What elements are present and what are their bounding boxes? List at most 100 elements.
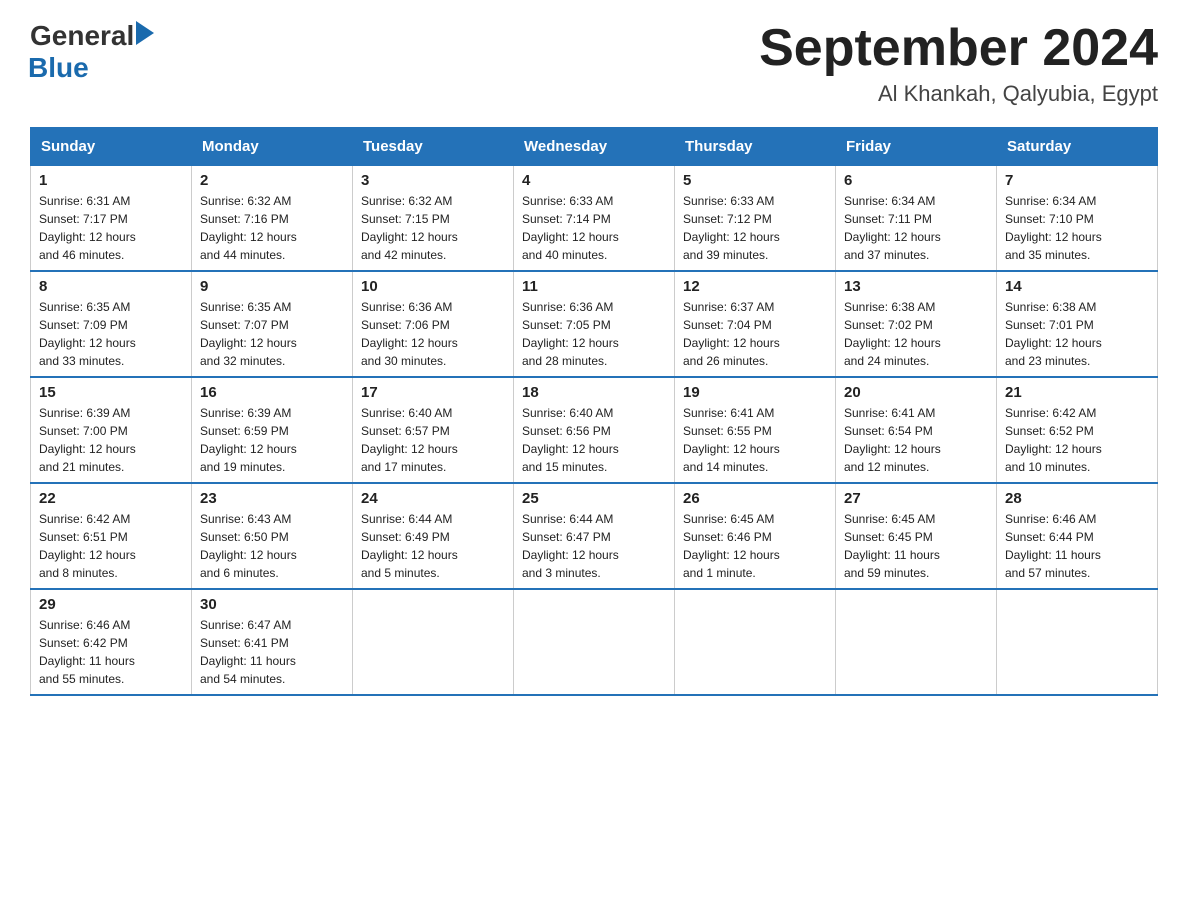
day-info: Sunrise: 6:36 AM Sunset: 7:05 PM Dayligh…	[522, 298, 666, 370]
calendar-cell: 11Sunrise: 6:36 AM Sunset: 7:05 PM Dayli…	[514, 271, 675, 377]
day-info: Sunrise: 6:44 AM Sunset: 6:47 PM Dayligh…	[522, 510, 666, 582]
calendar-table: SundayMondayTuesdayWednesdayThursdayFrid…	[30, 127, 1158, 696]
calendar-cell: 15 Sunrise: 6:39 AM Sunset: 7:00 PM Dayli…	[31, 377, 192, 483]
day-number: 6	[844, 172, 988, 189]
title-group: September 2024 Al Khankah, Qalyubia, Egy…	[759, 20, 1158, 107]
column-header-saturday: Saturday	[997, 128, 1158, 166]
day-number: 5	[683, 172, 827, 189]
column-header-monday: Monday	[192, 128, 353, 166]
calendar-cell: 19 Sunrise: 6:41 AM Sunset: 6:55 PM Dayli…	[675, 377, 836, 483]
day-info: Sunrise: 6:44 AM Sunset: 6:49 PM Dayligh…	[361, 510, 505, 582]
day-info: Sunrise: 6:33 AM Sunset: 7:12 PM Dayligh…	[683, 192, 827, 264]
calendar-week-row: 1 Sunrise: 6:31 AM Sunset: 7:17 PM Daylig…	[31, 166, 1158, 272]
day-number: 23	[200, 490, 344, 507]
column-header-thursday: Thursday	[675, 128, 836, 166]
calendar-cell	[353, 589, 514, 695]
day-info: Sunrise: 6:32 AM Sunset: 7:16 PM Dayligh…	[200, 192, 344, 264]
calendar-week-row: 15 Sunrise: 6:39 AM Sunset: 7:00 PM Dayli…	[31, 377, 1158, 483]
calendar-title: September 2024	[759, 20, 1158, 77]
day-info: Sunrise: 6:40 AM Sunset: 6:57 PM Dayligh…	[361, 404, 505, 476]
day-info: Sunrise: 6:32 AM Sunset: 7:15 PM Dayligh…	[361, 192, 505, 264]
calendar-cell	[836, 589, 997, 695]
calendar-week-row: 29 Sunrise: 6:46 AM Sunset: 6:42 PM Dayli…	[31, 589, 1158, 695]
day-info: Sunrise: 6:31 AM Sunset: 7:17 PM Dayligh…	[39, 192, 183, 264]
calendar-cell: 30 Sunrise: 6:47 AM Sunset: 6:41 PM Dayli…	[192, 589, 353, 695]
calendar-cell: 5 Sunrise: 6:33 AM Sunset: 7:12 PM Daylig…	[675, 166, 836, 272]
day-info: Sunrise: 6:38 AM Sunset: 7:01 PM Dayligh…	[1005, 298, 1149, 370]
day-number: 28	[1005, 490, 1149, 507]
day-number: 4	[522, 172, 666, 189]
day-number: 7	[1005, 172, 1149, 189]
logo-blue-text: Blue	[28, 52, 154, 84]
day-info: Sunrise: 6:39 AM Sunset: 7:00 PM Dayligh…	[39, 404, 183, 476]
day-number: 10	[361, 278, 505, 295]
calendar-subtitle: Al Khankah, Qalyubia, Egypt	[759, 81, 1158, 107]
day-info: Sunrise: 6:33 AM Sunset: 7:14 PM Dayligh…	[522, 192, 666, 264]
calendar-cell: 12Sunrise: 6:37 AM Sunset: 7:04 PM Dayli…	[675, 271, 836, 377]
page-header: General Blue September 2024 Al Khankah, …	[30, 20, 1158, 107]
day-number: 17	[361, 384, 505, 401]
day-number: 13	[844, 278, 988, 295]
day-number: 27	[844, 490, 988, 507]
calendar-cell: 22 Sunrise: 6:42 AM Sunset: 6:51 PM Dayli…	[31, 483, 192, 589]
day-info: Sunrise: 6:42 AM Sunset: 6:51 PM Dayligh…	[39, 510, 183, 582]
day-info: Sunrise: 6:34 AM Sunset: 7:10 PM Dayligh…	[1005, 192, 1149, 264]
day-number: 9	[200, 278, 344, 295]
day-number: 2	[200, 172, 344, 189]
day-info: Sunrise: 6:35 AM Sunset: 7:09 PM Dayligh…	[39, 298, 183, 370]
calendar-cell: 14 Sunrise: 6:38 AM Sunset: 7:01 PM Dayli…	[997, 271, 1158, 377]
calendar-cell: 26Sunrise: 6:45 AM Sunset: 6:46 PM Dayli…	[675, 483, 836, 589]
day-number: 30	[200, 596, 344, 613]
day-number: 3	[361, 172, 505, 189]
day-number: 15	[39, 384, 183, 401]
calendar-cell: 20Sunrise: 6:41 AM Sunset: 6:54 PM Dayli…	[836, 377, 997, 483]
day-info: Sunrise: 6:35 AM Sunset: 7:07 PM Dayligh…	[200, 298, 344, 370]
day-info: Sunrise: 6:38 AM Sunset: 7:02 PM Dayligh…	[844, 298, 988, 370]
calendar-cell: 29 Sunrise: 6:46 AM Sunset: 6:42 PM Dayli…	[31, 589, 192, 695]
logo: General Blue	[30, 20, 154, 84]
day-info: Sunrise: 6:41 AM Sunset: 6:54 PM Dayligh…	[844, 404, 988, 476]
column-header-friday: Friday	[836, 128, 997, 166]
calendar-cell: 23Sunrise: 6:43 AM Sunset: 6:50 PM Dayli…	[192, 483, 353, 589]
calendar-cell: 10Sunrise: 6:36 AM Sunset: 7:06 PM Dayli…	[353, 271, 514, 377]
calendar-cell: 3 Sunrise: 6:32 AM Sunset: 7:15 PM Daylig…	[353, 166, 514, 272]
logo-general-text: General	[30, 20, 134, 52]
day-info: Sunrise: 6:34 AM Sunset: 7:11 PM Dayligh…	[844, 192, 988, 264]
day-info: Sunrise: 6:46 AM Sunset: 6:44 PM Dayligh…	[1005, 510, 1149, 582]
day-number: 8	[39, 278, 183, 295]
calendar-cell: 9 Sunrise: 6:35 AM Sunset: 7:07 PM Daylig…	[192, 271, 353, 377]
day-number: 21	[1005, 384, 1149, 401]
day-number: 14	[1005, 278, 1149, 295]
calendar-cell: 7 Sunrise: 6:34 AM Sunset: 7:10 PM Daylig…	[997, 166, 1158, 272]
calendar-cell: 16 Sunrise: 6:39 AM Sunset: 6:59 PM Dayli…	[192, 377, 353, 483]
day-number: 1	[39, 172, 183, 189]
day-number: 29	[39, 596, 183, 613]
calendar-cell: 28 Sunrise: 6:46 AM Sunset: 6:44 PM Dayli…	[997, 483, 1158, 589]
day-number: 24	[361, 490, 505, 507]
calendar-cell: 18Sunrise: 6:40 AM Sunset: 6:56 PM Dayli…	[514, 377, 675, 483]
day-number: 19	[683, 384, 827, 401]
calendar-cell	[675, 589, 836, 695]
calendar-cell: 24 Sunrise: 6:44 AM Sunset: 6:49 PM Dayli…	[353, 483, 514, 589]
logo-arrow-icon	[136, 21, 154, 45]
day-number: 16	[200, 384, 344, 401]
calendar-cell	[997, 589, 1158, 695]
day-info: Sunrise: 6:42 AM Sunset: 6:52 PM Dayligh…	[1005, 404, 1149, 476]
day-number: 26	[683, 490, 827, 507]
day-number: 12	[683, 278, 827, 295]
calendar-cell	[514, 589, 675, 695]
day-info: Sunrise: 6:46 AM Sunset: 6:42 PM Dayligh…	[39, 616, 183, 688]
day-info: Sunrise: 6:47 AM Sunset: 6:41 PM Dayligh…	[200, 616, 344, 688]
calendar-cell: 27Sunrise: 6:45 AM Sunset: 6:45 PM Dayli…	[836, 483, 997, 589]
calendar-week-row: 8 Sunrise: 6:35 AM Sunset: 7:09 PM Daylig…	[31, 271, 1158, 377]
calendar-cell: 13 Sunrise: 6:38 AM Sunset: 7:02 PM Dayli…	[836, 271, 997, 377]
column-header-sunday: Sunday	[31, 128, 192, 166]
day-info: Sunrise: 6:41 AM Sunset: 6:55 PM Dayligh…	[683, 404, 827, 476]
calendar-week-row: 22 Sunrise: 6:42 AM Sunset: 6:51 PM Dayli…	[31, 483, 1158, 589]
calendar-cell: 2 Sunrise: 6:32 AM Sunset: 7:16 PM Daylig…	[192, 166, 353, 272]
day-number: 25	[522, 490, 666, 507]
day-number: 22	[39, 490, 183, 507]
calendar-header-row: SundayMondayTuesdayWednesdayThursdayFrid…	[31, 128, 1158, 166]
day-info: Sunrise: 6:39 AM Sunset: 6:59 PM Dayligh…	[200, 404, 344, 476]
day-info: Sunrise: 6:40 AM Sunset: 6:56 PM Dayligh…	[522, 404, 666, 476]
